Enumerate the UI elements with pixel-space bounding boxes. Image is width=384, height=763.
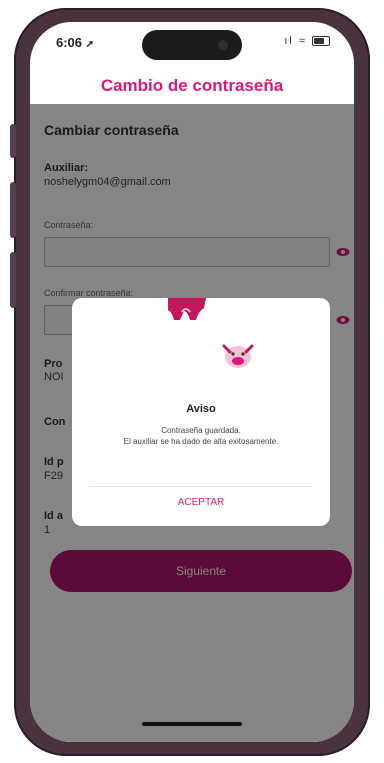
side-button-volume-up bbox=[10, 182, 16, 238]
status-icons: ıl ≈ bbox=[284, 35, 330, 47]
alert-dialog: Aviso Contraseña guardada. El auxiliar s… bbox=[72, 298, 330, 526]
page-title: Cambio de contraseña bbox=[100, 76, 284, 95]
dynamic-island bbox=[142, 30, 242, 60]
app-screen: 6:06 ➚ ıl ≈ Cambio de contraseña Cambiar… bbox=[30, 22, 354, 742]
side-button-silent bbox=[10, 124, 16, 158]
dialog-divider bbox=[90, 486, 312, 487]
dialog-title: Aviso bbox=[186, 403, 216, 415]
status-bar: 6:06 ➚ ıl ≈ bbox=[30, 22, 354, 66]
battery-icon bbox=[312, 36, 330, 47]
camera-dot bbox=[218, 40, 228, 50]
signal-wifi-icon: ıl ≈ bbox=[284, 35, 307, 47]
dialog-message: Contraseña guardada. El auxiliar se ha d… bbox=[82, 425, 320, 447]
home-indicator[interactable] bbox=[142, 722, 242, 726]
status-time: 6:06 ➚ bbox=[56, 35, 95, 50]
accept-button[interactable]: ACEPTAR bbox=[72, 497, 330, 508]
cow-illustration bbox=[168, 298, 254, 368]
dialog-message-line: Contraseña guardada. bbox=[161, 426, 241, 435]
side-button-volume-down bbox=[10, 252, 16, 308]
nav-bar: Cambio de contraseña bbox=[30, 66, 354, 104]
dialog-message-line: El auxiliar se ha dado de alta exitosame… bbox=[123, 437, 279, 446]
